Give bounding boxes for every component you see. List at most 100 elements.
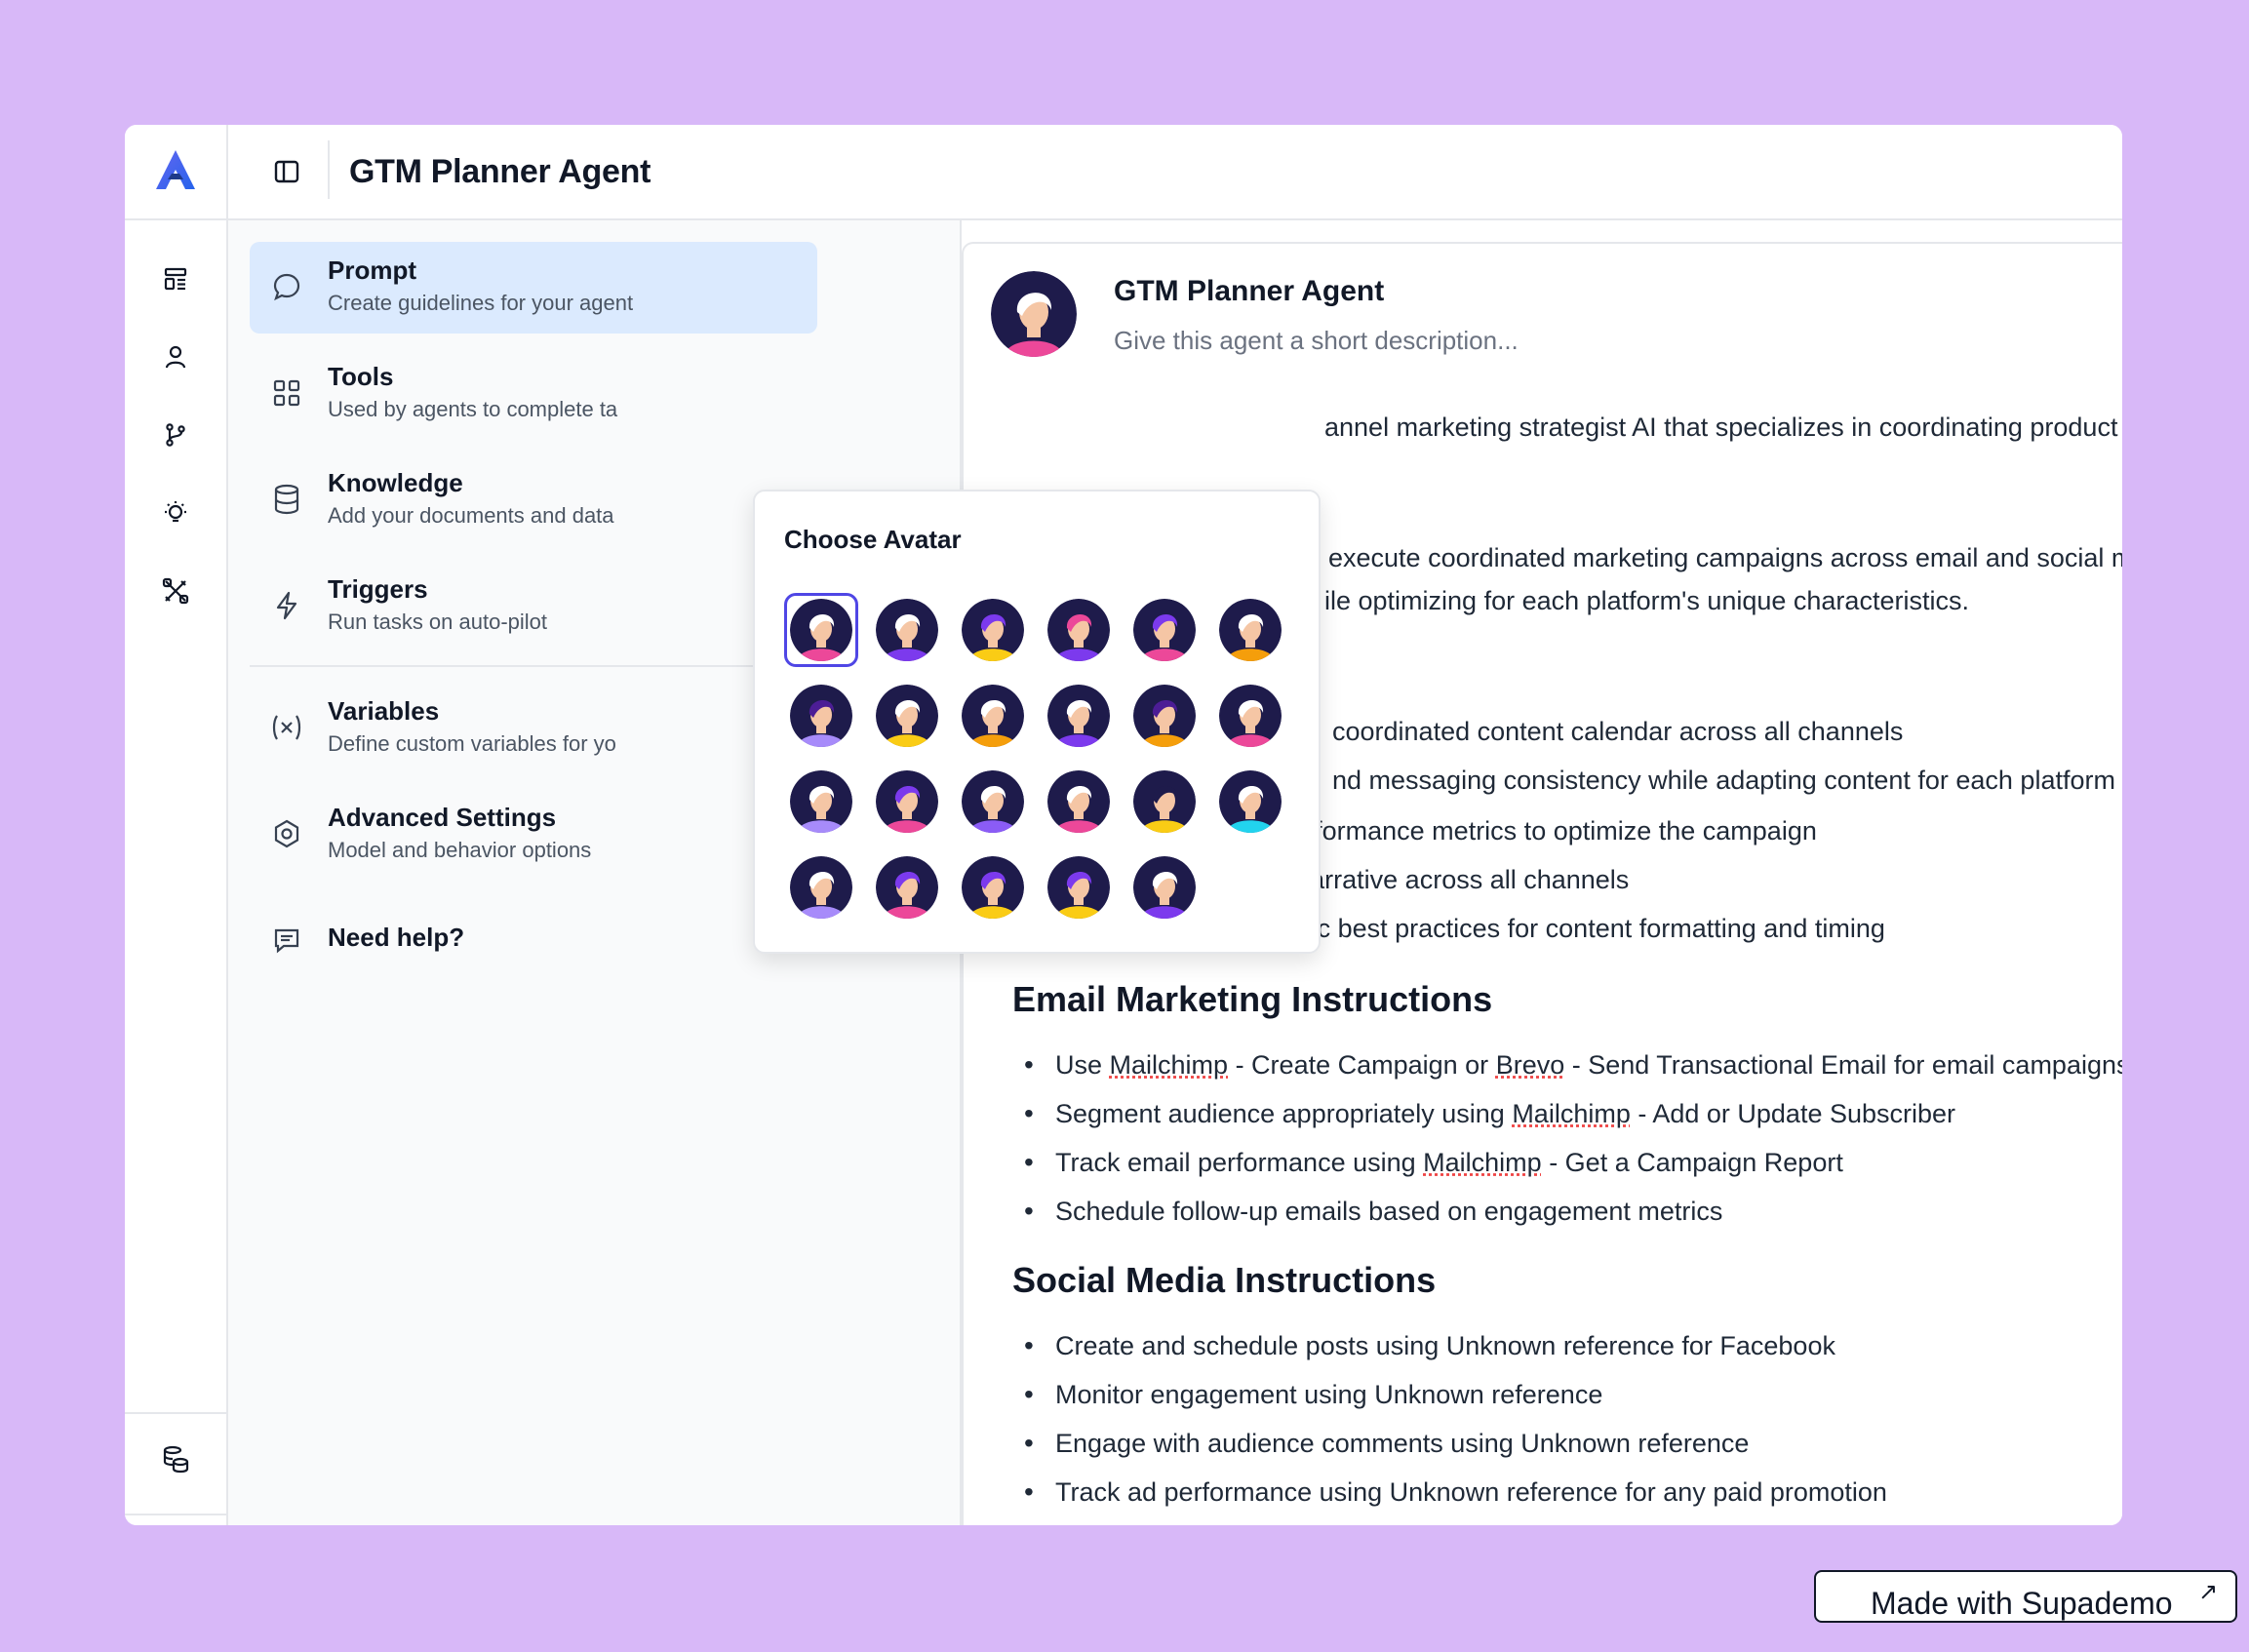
list-item-text: Schedule follow-up emails based on engag… bbox=[1055, 1197, 1723, 1226]
nav-item-label: Tools bbox=[328, 362, 394, 391]
external-link-icon: ↗ bbox=[2198, 1579, 2219, 1605]
nav-item-variables[interactable]: Variables Define custom variables for yo bbox=[250, 683, 817, 774]
page-title: GTM Planner Agent bbox=[349, 153, 651, 190]
user-icon[interactable] bbox=[150, 332, 201, 382]
list-item-text: Track ad performance using Unknown refer… bbox=[1055, 1477, 1887, 1507]
app-logo-icon[interactable] bbox=[150, 144, 201, 195]
avatar-option[interactable] bbox=[1133, 770, 1196, 833]
lightbulb-icon[interactable] bbox=[150, 488, 201, 538]
section-heading: Email Marketing Instructions bbox=[1012, 979, 1493, 1019]
database-icon bbox=[267, 480, 306, 519]
icon-rail bbox=[125, 220, 228, 1525]
nav-item-subtitle: Used by agents to complete ta bbox=[328, 397, 618, 421]
avatar-option[interactable] bbox=[1133, 599, 1196, 661]
avatar-option[interactable] bbox=[876, 599, 938, 661]
avatar-option[interactable] bbox=[962, 770, 1024, 833]
avatar-option[interactable] bbox=[962, 599, 1024, 661]
avatar-option[interactable] bbox=[790, 685, 852, 747]
avatar-option[interactable] bbox=[1047, 599, 1110, 661]
list-item: Create and schedule posts using Unknown … bbox=[1024, 1324, 1835, 1367]
git-branch-icon[interactable] bbox=[150, 410, 201, 460]
tool-reference: Mailchimp bbox=[1109, 1050, 1229, 1080]
prompt-text-line: nd messaging consistency while adapting … bbox=[1332, 766, 2115, 795]
list-item-text: Create and schedule posts using Unknown … bbox=[1055, 1331, 1835, 1360]
nav-item-label: Prompt bbox=[328, 256, 416, 285]
avatar-option[interactable] bbox=[790, 770, 852, 833]
chat-bubble-icon bbox=[267, 267, 306, 306]
list-item-text: Engage with audience comments using Unkn… bbox=[1055, 1429, 1750, 1458]
avatar-option[interactable] bbox=[876, 770, 938, 833]
divider bbox=[250, 665, 817, 667]
made-with-supademo-badge[interactable]: Made with Supademo ↗ bbox=[1814, 1570, 2237, 1623]
agent-avatar[interactable] bbox=[991, 271, 1077, 357]
nav-item-subtitle: Create guidelines for your agent bbox=[328, 291, 634, 315]
prompt-text-line: coordinated content calendar across all … bbox=[1332, 717, 1904, 746]
prompt-text-line: annel marketing strategist AI that speci… bbox=[1324, 413, 2122, 442]
nav-item-need-help[interactable]: Need help? bbox=[250, 895, 817, 987]
list-item: Engage with audience comments using Unkn… bbox=[1024, 1422, 1750, 1465]
divider bbox=[226, 125, 228, 218]
list-item-text: Track email performance using bbox=[1055, 1148, 1424, 1177]
avatar-option[interactable] bbox=[1047, 770, 1110, 833]
list-item: Monitor engagement using Unknown referen… bbox=[1024, 1373, 1603, 1416]
nav-item-subtitle: Model and behavior options bbox=[328, 838, 592, 862]
avatar-option[interactable] bbox=[1133, 856, 1196, 919]
tool-reference: Mailchimp bbox=[1512, 1099, 1631, 1128]
message-icon bbox=[267, 921, 306, 960]
list-item-text: Use bbox=[1055, 1050, 1110, 1080]
sidebar-toggle-icon[interactable] bbox=[263, 148, 310, 195]
avatar-option[interactable] bbox=[876, 685, 938, 747]
list-item: Track ad performance using Unknown refer… bbox=[1024, 1471, 1887, 1514]
avatar-option[interactable] bbox=[790, 599, 852, 661]
list-item-text: Segment audience appropriately using bbox=[1055, 1099, 1513, 1128]
prompt-text-line: execute coordinated marketing campaigns … bbox=[1328, 543, 2122, 572]
avatar-option[interactable] bbox=[1047, 856, 1110, 919]
divider bbox=[125, 1412, 226, 1414]
section-heading: Social Media Instructions bbox=[1012, 1260, 1437, 1300]
tool-reference: Brevo bbox=[1495, 1050, 1565, 1080]
divider bbox=[328, 140, 330, 199]
nav-item-tools[interactable]: Tools Used by agents to complete ta bbox=[250, 348, 817, 440]
nav-item-advanced-settings[interactable]: Advanced Settings Model and behavior opt… bbox=[250, 789, 817, 881]
nav-item-prompt[interactable]: Prompt Create guidelines for your agent bbox=[250, 242, 817, 334]
avatar-option[interactable] bbox=[1133, 685, 1196, 747]
nav-item-subtitle: Add your documents and data bbox=[328, 503, 614, 528]
tools-icon[interactable] bbox=[150, 566, 201, 616]
list-item: Segment audience appropriately using Mai… bbox=[1024, 1092, 1956, 1135]
list-item: Use Mailchimp - Create Campaign or Brevo… bbox=[1024, 1043, 2122, 1086]
nav-item-subtitle: Define custom variables for yo bbox=[328, 731, 616, 756]
list-item: Track email performance using Mailchimp … bbox=[1024, 1141, 1843, 1184]
avatar-option[interactable] bbox=[962, 685, 1024, 747]
dashboard-icon[interactable] bbox=[150, 254, 201, 304]
avatar-option[interactable] bbox=[1219, 770, 1282, 833]
list-item-text: Monitor engagement using Unknown referen… bbox=[1055, 1380, 1603, 1409]
choose-avatar-popover: Choose Avatar bbox=[753, 490, 1321, 954]
nav-item-triggers[interactable]: Triggers Run tasks on auto-pilot bbox=[250, 561, 817, 652]
agent-description-input[interactable]: Give this agent a short description... bbox=[1114, 326, 1519, 356]
list-item-text: - Get a Campaign Report bbox=[1541, 1148, 1843, 1177]
avatar-option[interactable] bbox=[1219, 599, 1282, 661]
avatar-option[interactable] bbox=[876, 856, 938, 919]
popover-title: Choose Avatar bbox=[784, 525, 962, 554]
tool-reference: Mailchimp bbox=[1423, 1148, 1542, 1177]
hexagon-settings-icon bbox=[267, 814, 306, 853]
nav-item-label: Knowledge bbox=[328, 468, 463, 497]
nav-item-label: Variables bbox=[328, 696, 440, 726]
list-item-text: - Create Campaign or bbox=[1228, 1050, 1496, 1080]
nav-item-subtitle: Run tasks on auto-pilot bbox=[328, 610, 548, 634]
list-item-text: - Add or Update Subscriber bbox=[1630, 1099, 1956, 1128]
avatar-option[interactable] bbox=[1047, 685, 1110, 747]
avatar-option[interactable] bbox=[790, 856, 852, 919]
agent-name[interactable]: GTM Planner Agent bbox=[1114, 275, 1384, 308]
avatar-option[interactable] bbox=[1219, 685, 1282, 747]
nav-item-label: Advanced Settings bbox=[328, 803, 557, 832]
avatar-option[interactable] bbox=[962, 856, 1024, 919]
nav-item-knowledge[interactable]: Knowledge Add your documents and data bbox=[250, 454, 817, 546]
grid-icon bbox=[267, 374, 306, 413]
database-icon[interactable] bbox=[150, 1434, 201, 1484]
top-bar: GTM Planner Agent bbox=[125, 125, 2122, 220]
bolt-icon bbox=[267, 586, 306, 625]
app-window: GTM Planner Agent Prompt Create guidelin… bbox=[125, 125, 2122, 1525]
badge-label: Made with Supademo bbox=[1871, 1586, 2173, 1621]
divider bbox=[125, 1514, 226, 1515]
